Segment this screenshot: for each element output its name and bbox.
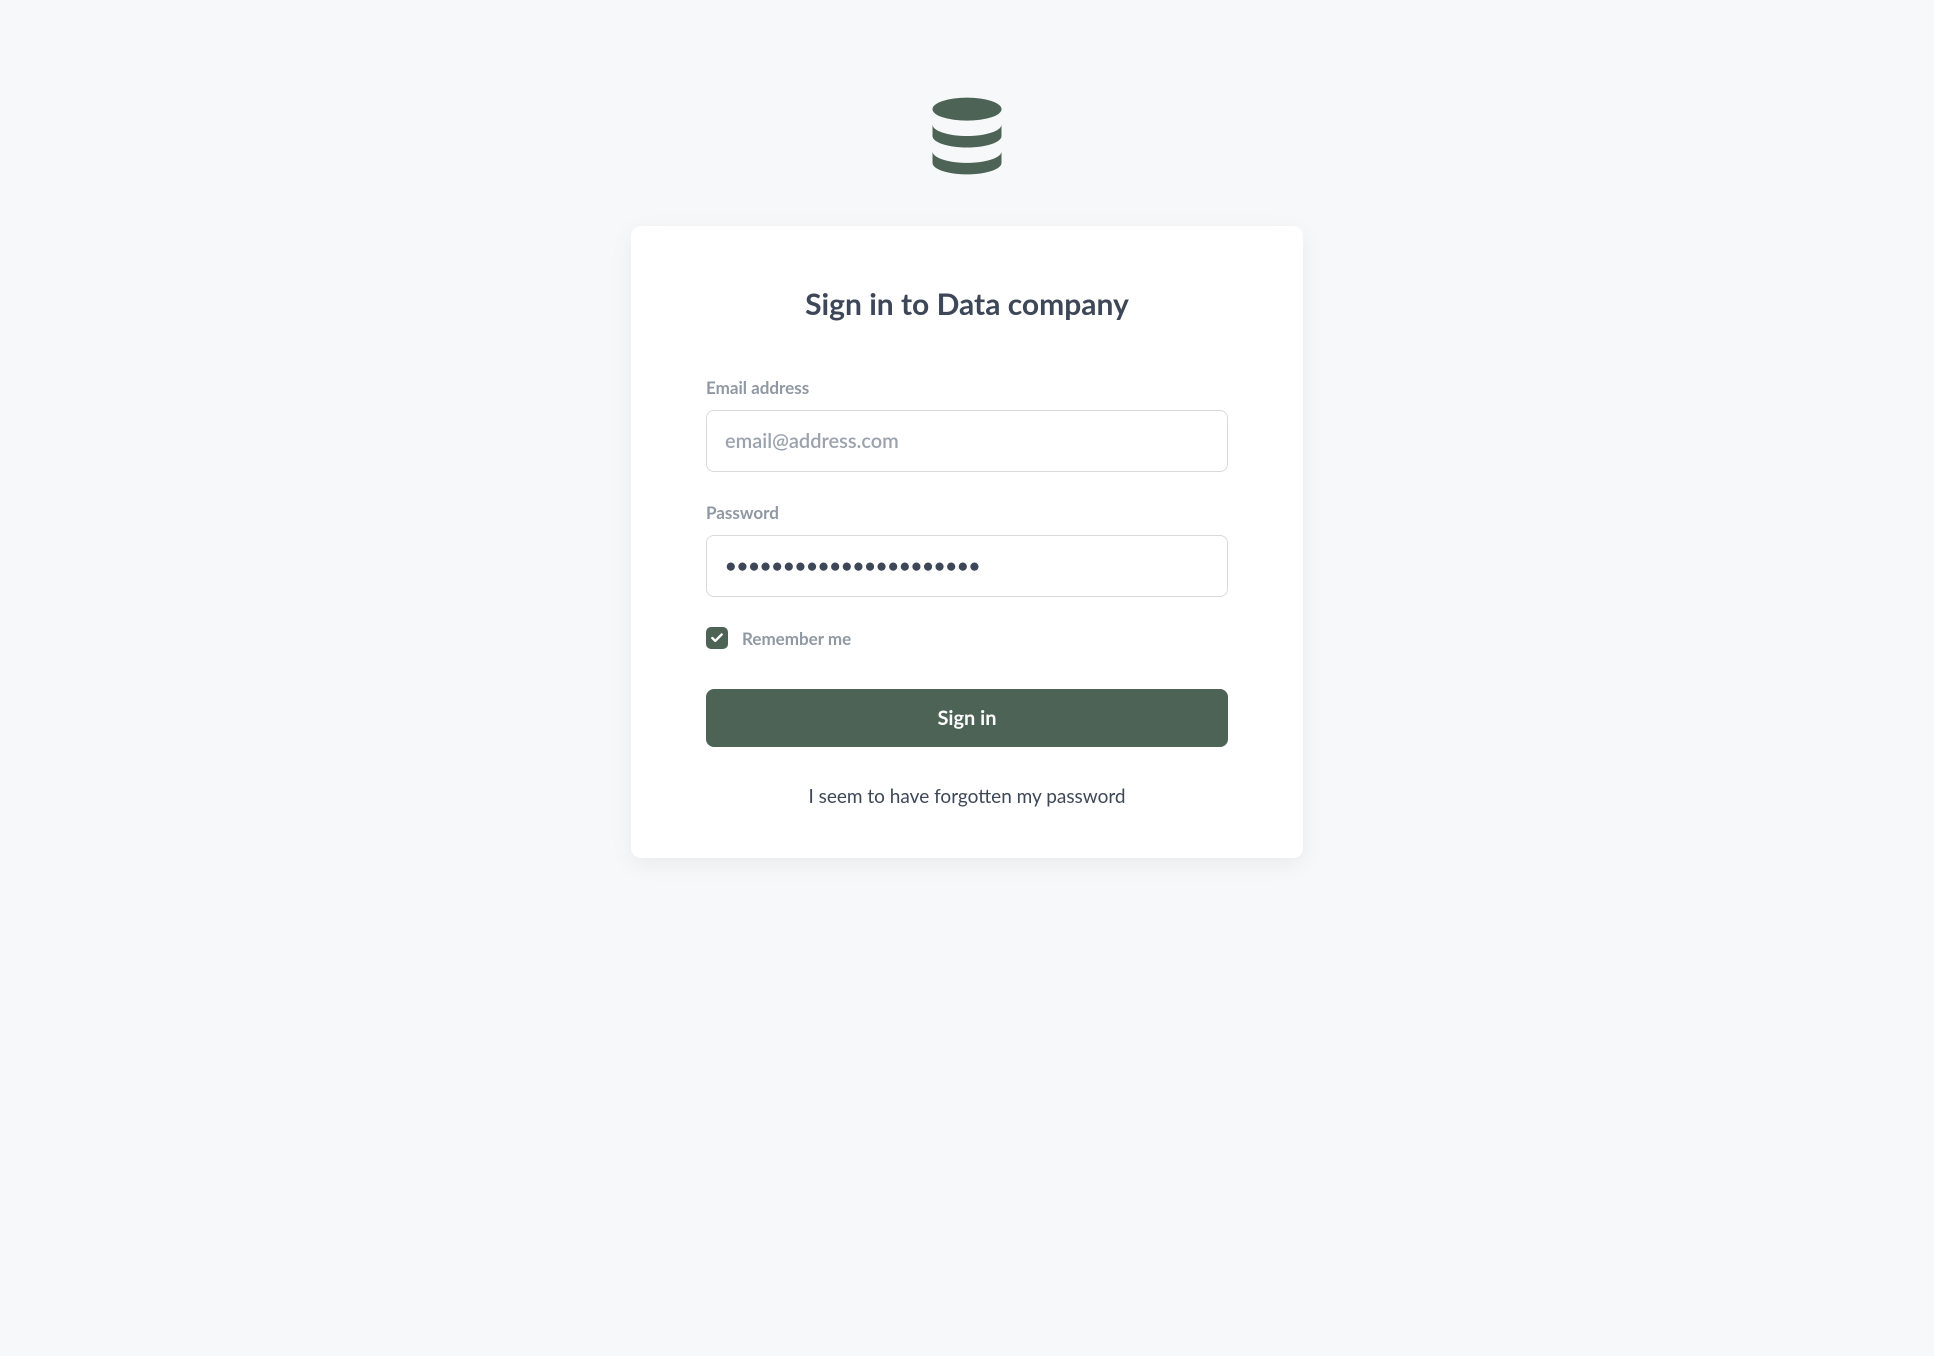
- brand-logo: [921, 90, 1013, 186]
- login-page: Sign in to Data company Email address Pa…: [0, 0, 1934, 858]
- sign-in-button[interactable]: Sign in: [706, 689, 1228, 747]
- remember-me-label[interactable]: Remember me: [742, 628, 851, 649]
- remember-me-checkbox[interactable]: [706, 627, 728, 649]
- checkmark-icon: [710, 631, 724, 645]
- forgot-password-link[interactable]: I seem to have forgotten my password: [706, 785, 1228, 808]
- remember-me-row: Remember me: [706, 627, 1228, 649]
- email-field-group: Email address: [706, 377, 1228, 472]
- database-icon: [921, 90, 1013, 182]
- password-label: Password: [706, 502, 1228, 523]
- login-title: Sign in to Data company: [706, 286, 1228, 322]
- password-field-group: Password: [706, 502, 1228, 597]
- password-input[interactable]: [706, 535, 1228, 597]
- login-card: Sign in to Data company Email address Pa…: [631, 226, 1303, 858]
- email-label: Email address: [706, 377, 1228, 398]
- email-input[interactable]: [706, 410, 1228, 472]
